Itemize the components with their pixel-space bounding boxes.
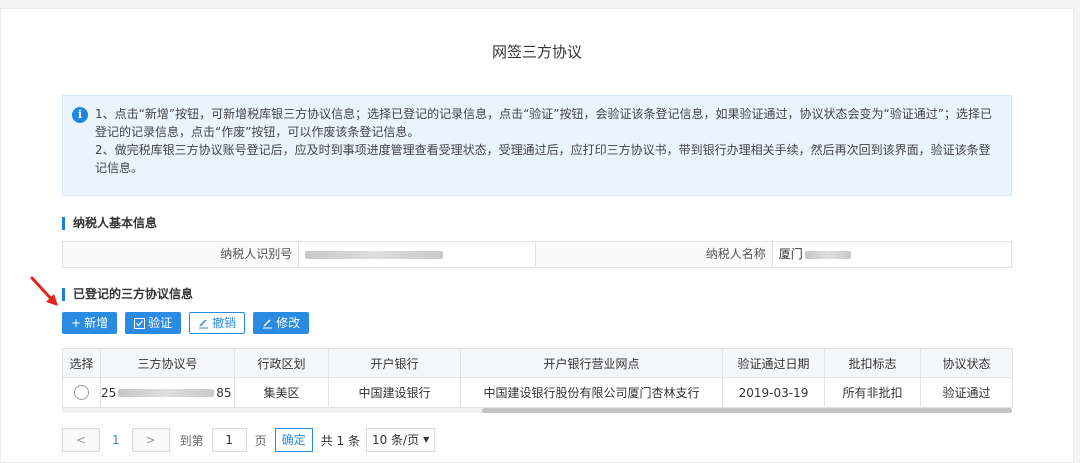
col-header-status[interactable]: 协议状态 — [920, 348, 1013, 378]
page-size-value: 10 条/页 — [371, 433, 420, 447]
row-radio[interactable] — [74, 385, 89, 400]
cell-bank: 中国建设银行 — [328, 377, 461, 408]
add-button-label: 新增 — [84, 316, 109, 330]
cell-status: 验证通过 — [920, 377, 1013, 408]
page-unit-label: 页 — [254, 433, 267, 448]
notice-text: 1、点击“新增”按钮，可新增税库银三方协议信息；选择已登记的记录信息，点击“验证… — [95, 105, 1000, 177]
pagination: < 1 > 到第 1 页 确定 共 1 条 10 条/页 ▼ — [62, 428, 436, 452]
goto-label: 到第 — [179, 433, 204, 448]
prev-page-button[interactable]: < — [62, 428, 100, 452]
page-size-select[interactable]: 10 条/页 ▼ — [365, 428, 436, 452]
col-header-bank[interactable]: 开户银行 — [328, 348, 461, 378]
agreement-no-prefix: 25 — [101, 385, 117, 400]
agreements-section-title: 已登记的三方协议信息 — [62, 288, 193, 301]
cell-verified-date: 2019-03-19 — [722, 377, 825, 408]
plus-icon: + — [71, 316, 82, 330]
modify-button[interactable]: 修改 — [253, 312, 310, 334]
revoke-button-label: 撤销 — [212, 316, 237, 330]
verify-button[interactable]: 验证 — [125, 312, 182, 334]
goto-page-input[interactable]: 1 — [211, 428, 247, 452]
caret-down-icon: ▼ — [423, 435, 430, 444]
edit-icon — [199, 318, 209, 328]
verify-button-label: 验证 — [148, 316, 173, 330]
taxpayer-name-label: 纳税人名称 — [534, 242, 772, 267]
col-header-agreement-no[interactable]: 三方协议号 — [100, 348, 235, 378]
col-header-verified-date[interactable]: 验证通过日期 — [722, 348, 825, 378]
add-button[interactable]: + 新增 — [62, 312, 118, 334]
agreement-toolbar: + 新增 验证 撤销 修改 — [62, 312, 310, 334]
taxpayer-section-title: 纳税人基本信息 — [62, 217, 157, 230]
instruction-notice: i 1、点击“新增”按钮，可新增税库银三方协议信息；选择已登记的记录信息，点击“… — [62, 95, 1012, 196]
horizontal-scrollbar[interactable] — [62, 408, 1012, 413]
taxpayer-name-text: 厦门 — [778, 247, 803, 261]
modify-button-label: 修改 — [276, 316, 301, 330]
agreement-no-suffix: 85 — [216, 385, 232, 400]
page-number-1[interactable]: 1 — [112, 433, 120, 447]
taxpayer-name-value: 厦门 — [771, 242, 1011, 267]
col-header-deduct-flag[interactable]: 批扣标志 — [824, 348, 921, 378]
cell-agreement-no: 25 85 — [100, 377, 235, 408]
edit-icon — [263, 318, 273, 328]
col-header-district[interactable]: 行政区划 — [234, 348, 329, 378]
taxpayer-id-value — [298, 242, 534, 267]
table-row[interactable]: 25 85 集美区 中国建设银行 中国建设银行股份有限公司厦门杏林支行 2019-… — [62, 377, 1013, 408]
notice-line-1: 1、点击“新增”按钮，可新增税库银三方协议信息；选择已登记的记录信息，点击“验证… — [95, 107, 992, 139]
goto-confirm-button[interactable]: 确定 — [274, 428, 313, 452]
agreements-table: 选择 三方协议号 行政区划 开户银行 开户银行营业网点 验证通过日期 批扣标志 … — [62, 348, 1013, 408]
table-header-row: 选择 三方协议号 行政区划 开户银行 开户银行营业网点 验证通过日期 批扣标志 … — [62, 348, 1013, 378]
notice-line-2: 2、做完税库银三方协议账号登记后，应及时到事项进度管理查看受理状态，受理通过后，… — [95, 143, 991, 175]
taxpayer-info-table: 纳税人识别号 纳税人名称 厦门 — [62, 241, 1012, 268]
page-title: 网签三方协议 — [491, 43, 582, 61]
col-header-branch[interactable]: 开户银行营业网点 — [460, 348, 723, 378]
main-panel: 网签三方协议 i 1、点击“新增”按钮，可新增税库银三方协议信息；选择已登记的记… — [0, 8, 1074, 463]
checkbox-icon — [134, 317, 146, 329]
col-header-select: 选择 — [62, 348, 101, 378]
revoke-button[interactable]: 撤销 — [189, 312, 246, 334]
scrollbar-thumb[interactable] — [482, 408, 1012, 413]
cell-branch: 中国建设银行股份有限公司厦门杏林支行 — [460, 377, 723, 408]
row-select-cell[interactable] — [62, 377, 101, 408]
red-arrow-icon — [30, 276, 58, 306]
taxpayer-id-label: 纳税人识别号 — [63, 242, 299, 267]
total-count: 共 1 条 — [320, 433, 360, 448]
info-icon: i — [72, 107, 88, 123]
next-page-button[interactable]: > — [131, 428, 170, 452]
cell-deduct-flag: 所有非批扣 — [824, 377, 921, 408]
cell-district: 集美区 — [234, 377, 329, 408]
